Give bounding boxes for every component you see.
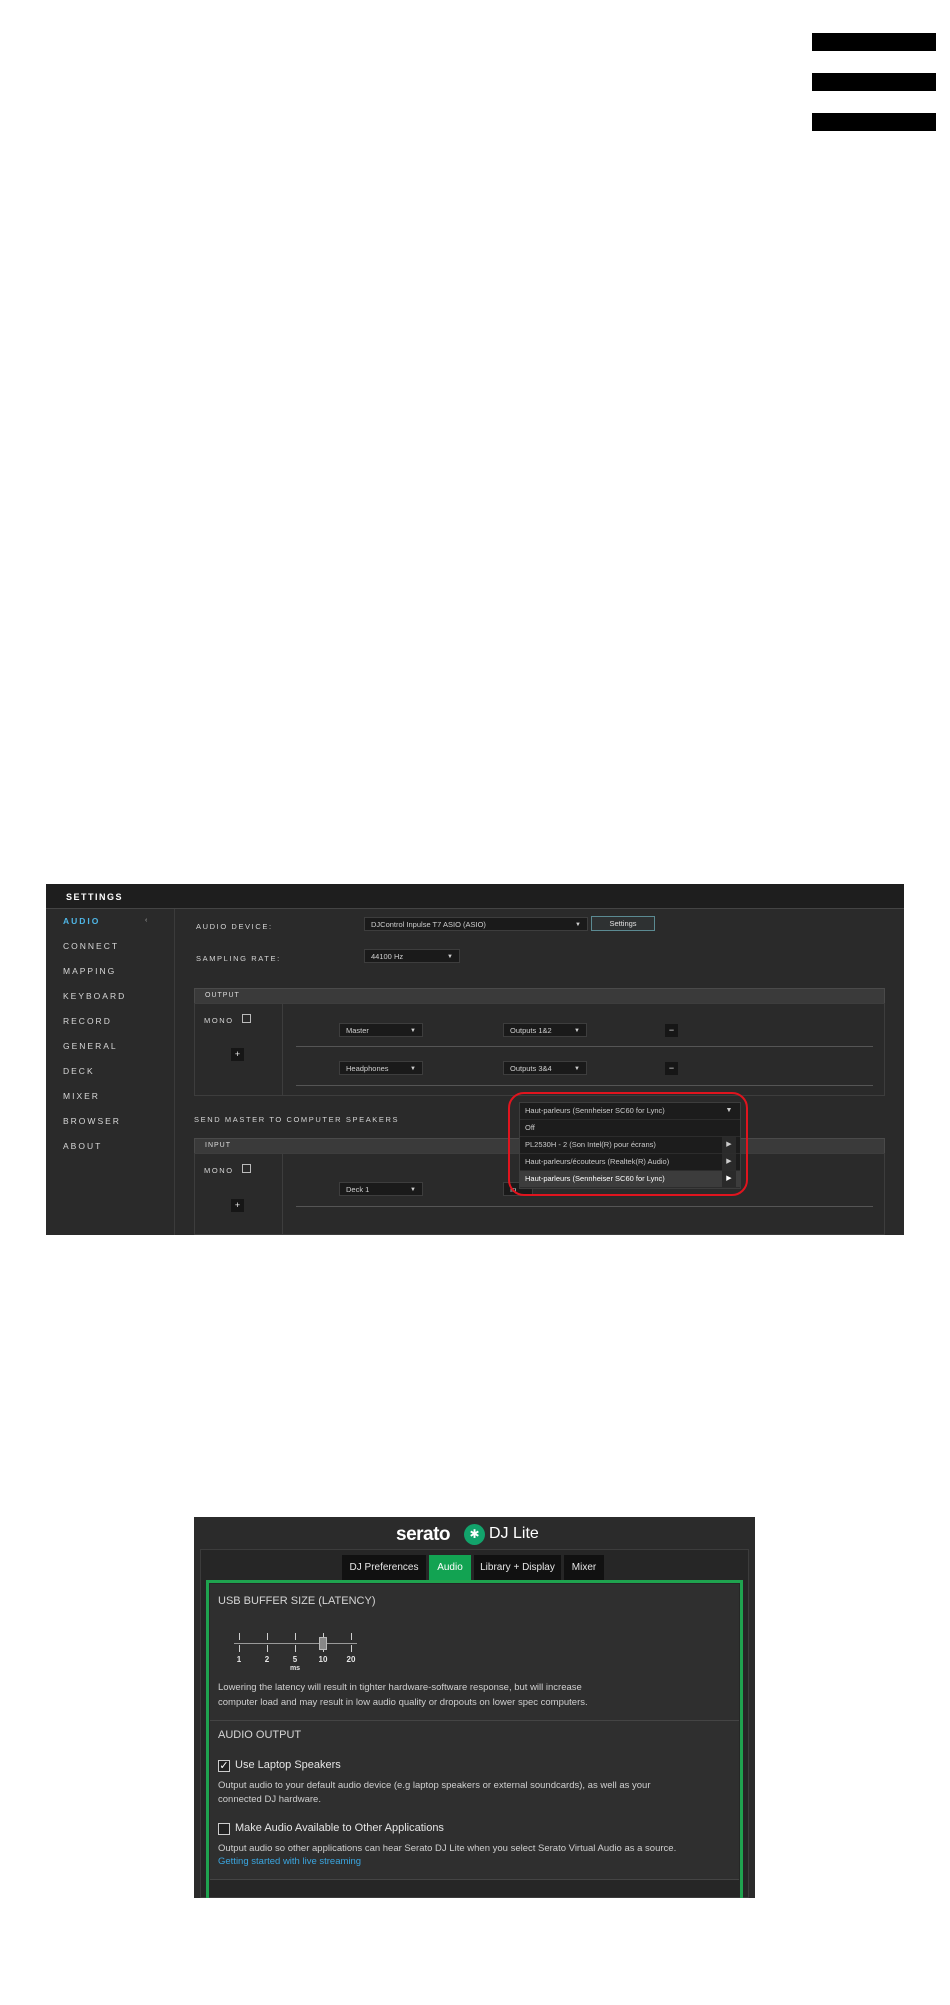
- use-laptop-desc-line2: connected DJ hardware.: [218, 1794, 321, 1805]
- sidebar-item-about[interactable]: ABOUT: [63, 1141, 102, 1151]
- caret-down-icon: ▼: [410, 1066, 416, 1072]
- audio-device-select[interactable]: DJControl Inpulse T7 ASIO (ASIO) ▼: [364, 917, 588, 931]
- row-divider: [296, 1206, 873, 1207]
- live-streaming-link[interactable]: Getting started with live streaming: [218, 1856, 361, 1867]
- add-output-button[interactable]: +: [231, 1048, 244, 1061]
- use-laptop-speakers-checkbox[interactable]: ✓: [218, 1760, 230, 1772]
- row-divider: [296, 1085, 873, 1086]
- sampling-rate-label: SAMPLING RATE:: [196, 954, 281, 963]
- remove-output-button[interactable]: −: [665, 1024, 678, 1037]
- latency-tick-label: 20: [346, 1655, 356, 1664]
- serato-brand: serato: [396, 1524, 451, 1545]
- slider-track: [234, 1643, 357, 1644]
- dj-pro-settings-screenshot: SETTINGS AUDIO ‹ CONNECT MAPPING KEYBOAR…: [46, 884, 904, 1235]
- divider: [282, 1003, 283, 1096]
- output-dest-value: Outputs 1&2: [510, 1026, 552, 1035]
- menu-icon-bar: [812, 73, 936, 91]
- settings-title: SETTINGS: [66, 892, 124, 902]
- output-dest-select[interactable]: Outputs 3&4 ▼: [503, 1061, 587, 1075]
- settings-sidebar: AUDIO ‹ CONNECT MAPPING KEYBOARD RECORD …: [46, 909, 175, 1235]
- audio-device-value: DJControl Inpulse T7 ASIO (ASIO): [371, 920, 486, 929]
- input-mono-checkbox[interactable]: [242, 1164, 251, 1173]
- output-mono-checkbox[interactable]: [242, 1014, 251, 1023]
- latency-note-line2: computer load and may result in low audi…: [218, 1697, 588, 1708]
- latency-tick-label: 2: [264, 1655, 270, 1664]
- sidebar-item-mixer[interactable]: MIXER: [63, 1091, 100, 1101]
- sidebar-item-connect[interactable]: CONNECT: [63, 941, 119, 951]
- slider-tick: [239, 1633, 240, 1640]
- serato-logo-icon: ✱: [464, 1524, 485, 1545]
- caret-down-icon: ▼: [410, 1187, 416, 1193]
- input-source-value: Deck 1: [346, 1185, 370, 1194]
- product-name: DJ Lite: [489, 1525, 539, 1542]
- slider-tick: [267, 1633, 268, 1640]
- sidebar-item-browser[interactable]: BROWSER: [63, 1116, 121, 1126]
- sidebar-item-general[interactable]: GENERAL: [63, 1041, 118, 1051]
- sidebar-item-mapping[interactable]: MAPPING: [63, 966, 116, 976]
- remove-output-button[interactable]: −: [665, 1062, 678, 1075]
- input-mono-label: MONO: [204, 1166, 234, 1175]
- sampling-rate-select[interactable]: 44100 Hz ▼: [364, 949, 460, 963]
- latency-note-line1: Lowering the latency will result in tigh…: [218, 1682, 582, 1693]
- slider-handle[interactable]: [319, 1637, 327, 1650]
- section-divider: [210, 1720, 739, 1721]
- output-mono-label: MONO: [204, 1016, 234, 1025]
- slider-tick: [239, 1645, 240, 1652]
- audio-output-title: AUDIO OUTPUT: [218, 1729, 302, 1741]
- tab-mixer[interactable]: Mixer: [564, 1555, 604, 1581]
- output-section-header: OUTPUT: [194, 988, 885, 1004]
- section-divider: [210, 1879, 739, 1880]
- output-section: [194, 1003, 885, 1096]
- latency-unit: ms: [289, 1665, 301, 1672]
- caret-down-icon: ▼: [574, 1028, 580, 1034]
- checkmark-icon: ✓: [219, 1760, 229, 1772]
- highlight-circle: [508, 1092, 748, 1196]
- menu-icon-bar: [812, 113, 936, 131]
- output-source-value: Master: [346, 1026, 369, 1035]
- slider-tick: [351, 1645, 352, 1652]
- menu-icon-bar: [812, 33, 936, 51]
- make-audio-available-desc: Output audio so other applications can h…: [218, 1843, 677, 1854]
- active-indicator-icon: ‹: [145, 917, 148, 924]
- caret-down-icon: ▼: [574, 1066, 580, 1072]
- add-input-button[interactable]: +: [231, 1199, 244, 1212]
- usb-buffer-title: USB BUFFER SIZE (LATENCY): [218, 1595, 376, 1607]
- make-audio-available-label: Make Audio Available to Other Applicatio…: [235, 1822, 444, 1834]
- settings-title-bar: SETTINGS: [46, 884, 904, 909]
- slider-tick: [351, 1633, 352, 1640]
- dj-lite-settings-screenshot: serato ✱ DJ Lite DJ Preferences Audio Li…: [194, 1517, 755, 1898]
- row-divider: [296, 1046, 873, 1047]
- use-laptop-speakers-label: Use Laptop Speakers: [235, 1759, 341, 1771]
- slider-tick: [295, 1645, 296, 1652]
- divider: [282, 1153, 283, 1235]
- latency-tick-label: 5: [292, 1655, 298, 1664]
- output-dest-value: Outputs 3&4: [510, 1064, 552, 1073]
- sidebar-item-keyboard[interactable]: KEYBOARD: [63, 991, 126, 1001]
- send-master-label: SEND MASTER TO COMPUTER SPEAKERS: [194, 1115, 400, 1124]
- audio-settings-button[interactable]: Settings: [591, 916, 655, 931]
- tab-dj-preferences[interactable]: DJ Preferences: [342, 1555, 426, 1581]
- audio-device-label: AUDIO DEVICE:: [196, 922, 273, 931]
- output-dest-select[interactable]: Outputs 1&2 ▼: [503, 1023, 587, 1037]
- output-source-select[interactable]: Headphones ▼: [339, 1061, 423, 1075]
- use-laptop-desc-line1: Output audio to your default audio devic…: [218, 1780, 651, 1791]
- caret-down-icon: ▼: [575, 922, 581, 928]
- make-audio-available-checkbox[interactable]: [218, 1823, 230, 1835]
- sidebar-item-audio[interactable]: AUDIO: [63, 916, 100, 926]
- tab-library-display[interactable]: Library + Display: [474, 1555, 561, 1581]
- latency-tick-label: 1: [236, 1655, 242, 1664]
- sidebar-item-deck[interactable]: DECK: [63, 1066, 95, 1076]
- sidebar-item-record[interactable]: RECORD: [63, 1016, 112, 1026]
- output-source-value: Headphones: [346, 1064, 389, 1073]
- latency-tick-label: 10: [318, 1655, 328, 1664]
- sampling-rate-value: 44100 Hz: [371, 952, 404, 961]
- slider-tick: [267, 1645, 268, 1652]
- input-source-select[interactable]: Deck 1 ▼: [339, 1182, 423, 1196]
- tab-audio[interactable]: Audio: [429, 1555, 471, 1581]
- caret-down-icon: ▼: [447, 954, 453, 960]
- slider-tick: [295, 1633, 296, 1640]
- caret-down-icon: ▼: [410, 1028, 416, 1034]
- output-source-select[interactable]: Master ▼: [339, 1023, 423, 1037]
